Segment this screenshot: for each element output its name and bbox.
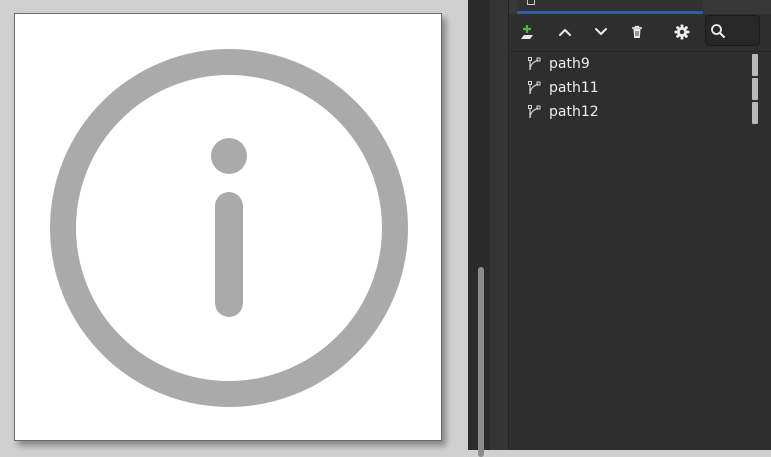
- chevron-down-icon: [595, 28, 607, 35]
- canvas-scrollbar-thumb[interactable]: [478, 267, 484, 457]
- layer-search-box[interactable]: [705, 15, 760, 46]
- info-stem[interactable]: [215, 192, 243, 317]
- layer-list: path9 path11 path12: [509, 52, 771, 450]
- scroll-segment[interactable]: [752, 54, 758, 76]
- layers-settings-button[interactable]: [668, 18, 696, 46]
- gear-icon: [674, 24, 690, 40]
- layer-list-scrollbar[interactable]: [752, 54, 759, 126]
- layer-label: path12: [549, 104, 599, 120]
- panel-tab-strip: [509, 0, 771, 14]
- layers-tab-icon: [527, 0, 535, 5]
- add-layer-button[interactable]: [513, 18, 541, 46]
- tab-layers-objects[interactable]: [517, 0, 703, 14]
- scroll-segment[interactable]: [752, 102, 758, 124]
- canvas-vertical-scrollbar[interactable]: [468, 0, 490, 457]
- path-icon: [528, 57, 541, 71]
- trash-icon: [632, 25, 642, 38]
- layer-search-input[interactable]: [729, 22, 759, 39]
- layers-panel: path9 path11 path12: [509, 0, 771, 450]
- search-icon: [711, 23, 725, 38]
- delete-layer-button[interactable]: [623, 18, 651, 46]
- layers-toolbar: [509, 14, 771, 52]
- dock-separator: [490, 0, 509, 450]
- path-icon: [528, 81, 541, 95]
- document-page[interactable]: [14, 13, 442, 441]
- layer-label: path9: [549, 56, 590, 72]
- info-dot[interactable]: [211, 138, 247, 174]
- layer-row-path12[interactable]: path12: [509, 100, 771, 124]
- layer-row-path9[interactable]: path9: [509, 52, 771, 76]
- layer-row-path11[interactable]: path11: [509, 76, 771, 100]
- raise-layer-button[interactable]: [551, 18, 579, 46]
- add-layer-icon: [521, 25, 533, 39]
- lower-layer-button[interactable]: [587, 18, 615, 46]
- canvas-area[interactable]: [0, 0, 468, 450]
- chevron-up-icon: [559, 29, 571, 36]
- scroll-segment[interactable]: [752, 78, 758, 100]
- layer-label: path11: [549, 80, 599, 96]
- path-icon: [528, 105, 541, 119]
- info-artwork[interactable]: [15, 14, 443, 442]
